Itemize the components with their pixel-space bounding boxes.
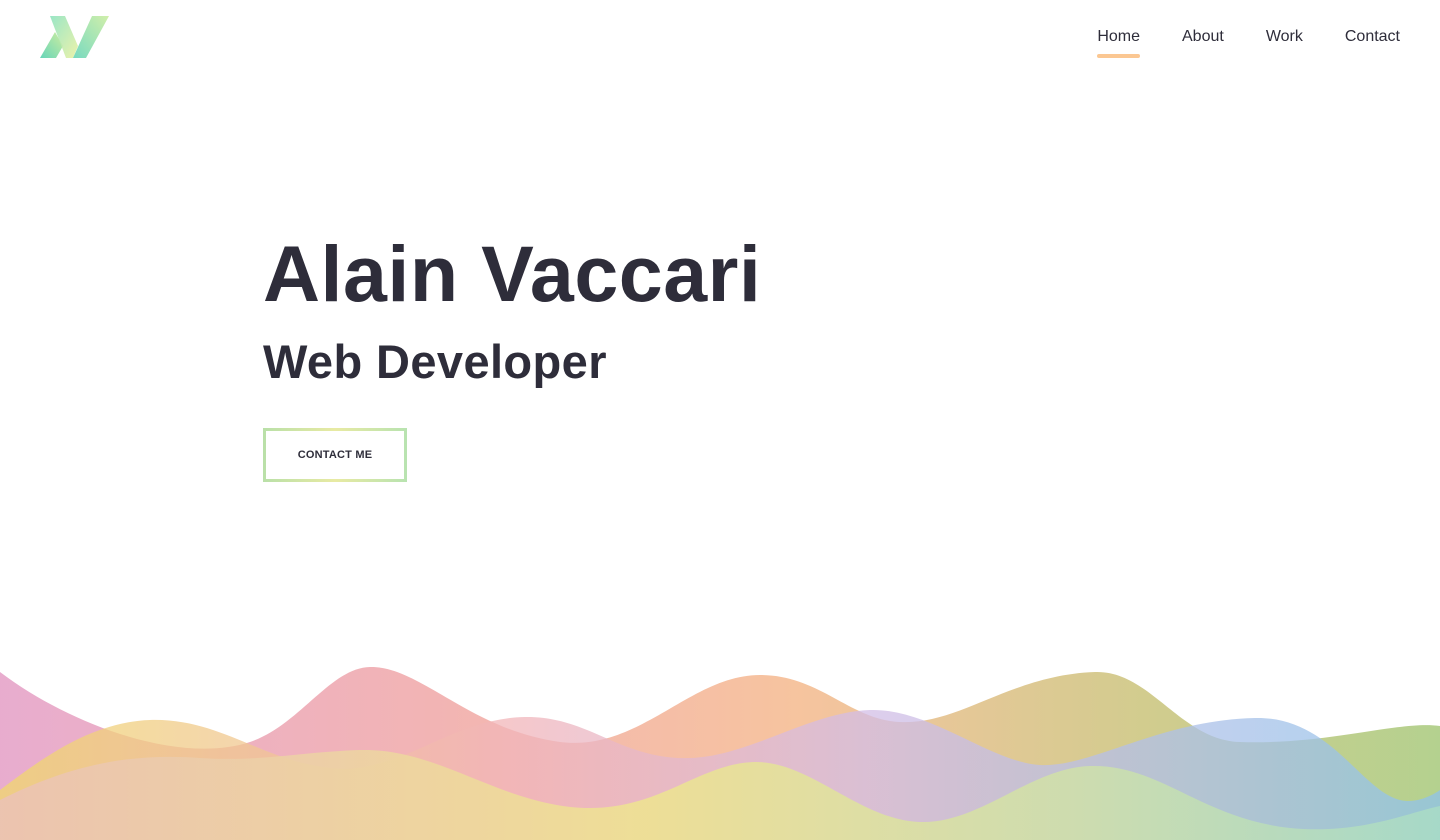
decorative-waves [0,666,1440,840]
av-logo-icon[interactable] [40,16,110,59]
nav-contact[interactable]: Contact [1345,27,1400,47]
hero: Alain Vaccari Web Developer [263,232,761,390]
hero-role: Web Developer [263,335,607,388]
contact-me-button[interactable]: CONTACT ME [263,428,407,482]
page: Home About Work Contact Alain Vaccari We… [0,0,1440,840]
nav-work[interactable]: Work [1266,27,1303,47]
nav-home[interactable]: Home [1097,27,1140,58]
hero-name: Alain Vaccari [263,229,762,318]
main-nav: Home About Work Contact [1097,27,1400,58]
nav-about[interactable]: About [1182,27,1224,47]
contact-me-label: CONTACT ME [297,449,373,461]
